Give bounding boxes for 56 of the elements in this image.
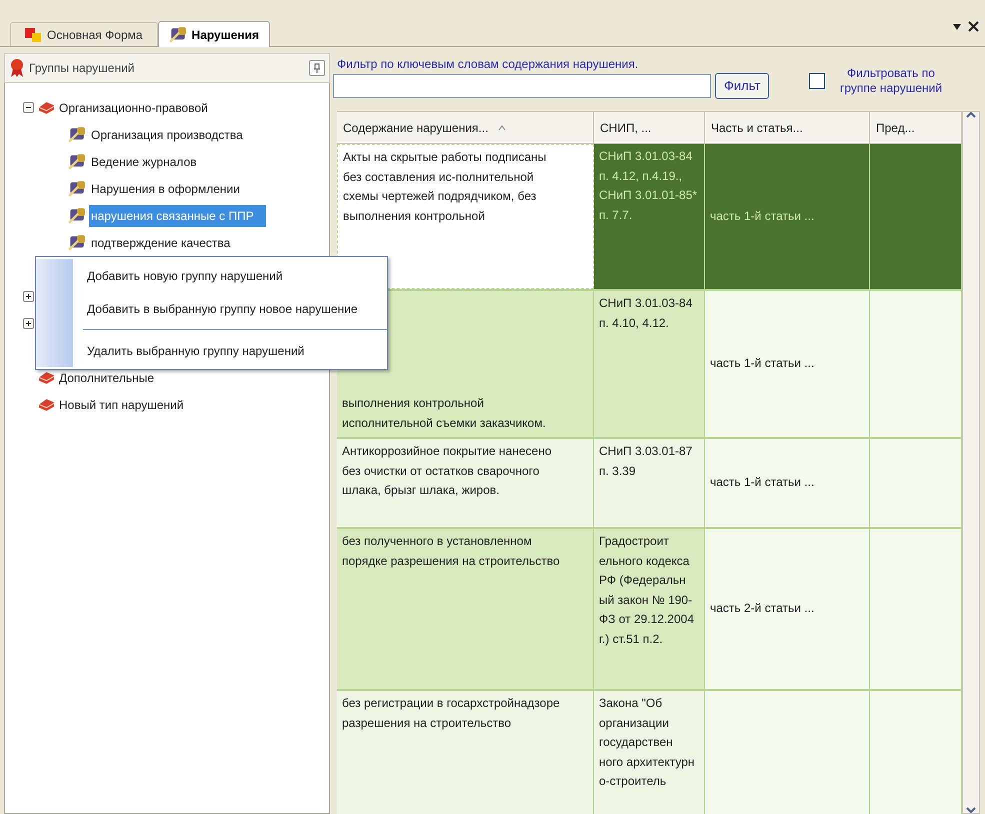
scrollbar[interactable] <box>962 111 980 814</box>
table-cell: без регистрации в госархстройнадзоре разрешения на строительство <box>337 691 594 814</box>
table-cell: Закона "Об организации государствен ного архитектурн о-строитель <box>594 691 705 814</box>
puzzle-icon <box>68 180 85 196</box>
table-cell: СНиП 3.03.01-87 п. 3.39 <box>594 439 705 527</box>
checkbox-label: Фильтровать по группе нарушений <box>838 66 944 96</box>
puzzle-icon <box>68 234 85 250</box>
filter-button[interactable]: Фильт <box>715 73 770 99</box>
table-cell: СНиП 3.01.03-84 п. 4.10, 4.12. <box>594 291 705 437</box>
book-icon <box>39 372 54 384</box>
tree-item[interactable]: Ведение журналов <box>89 152 199 170</box>
scroll-down-icon <box>966 807 976 813</box>
column-header[interactable]: Часть и статья... <box>705 111 870 144</box>
filter-input[interactable] <box>333 74 711 98</box>
table-cell: часть 1-й статьи ... <box>705 144 870 289</box>
puzzle-icon <box>168 26 186 42</box>
close-icon <box>968 21 979 32</box>
scroll-up-icon <box>966 112 976 118</box>
tree-item[interactable]: Новый тип нарушений <box>59 396 184 414</box>
table-cell: часть 2-й статьи ... <box>705 529 870 689</box>
pin-icon <box>313 63 321 73</box>
filter-label: Фильтр по ключевым словам содержания нарушения. <box>336 56 638 73</box>
table-cell: СНиП 3.01.03-84 п. 4.12, п.4.19., СНиП 3.01.01-85* п. 7.7. <box>594 144 705 289</box>
minus-icon <box>25 104 32 111</box>
tab[interactable]: Основная Форма <box>10 22 158 46</box>
plus-icon <box>25 293 32 300</box>
tree-item[interactable]: Нарушения в оформлении <box>89 180 242 198</box>
table-cell: часть 1-й статьи ... <box>705 291 870 437</box>
expand-toggle[interactable] <box>23 318 34 329</box>
tree-item[interactable]: Дополнительные <box>59 368 154 386</box>
tree-item[interactable]: подтверждение качества <box>89 234 232 252</box>
panel-title: Группы нарушений <box>29 60 136 77</box>
expand-toggle[interactable] <box>23 291 34 302</box>
table-cell: часть 1-й статьи ... <box>705 439 870 527</box>
puzzle-icon <box>68 126 85 142</box>
puzzle-icon <box>68 154 85 170</box>
table-cell: без полученного в установленном порядке разрешения на строительство <box>337 529 594 689</box>
book-icon <box>39 102 54 114</box>
dropdown-icon <box>952 22 962 30</box>
ribbon-icon <box>9 58 25 78</box>
column-header[interactable]: СНИП, ... <box>594 111 705 144</box>
tree-item[interactable]: Организационно-правовой <box>59 98 208 116</box>
column-header[interactable]: Содержание нарушения... <box>337 111 594 144</box>
table-cell: Антикоррозийное покрытие нанесено без очистки от остатков сварочного шлака, брызг шлака, жиров. <box>337 439 594 527</box>
column-header[interactable]: Пред... <box>870 111 962 144</box>
tree-item[interactable]: Организация производства <box>89 126 245 144</box>
plus-icon <box>25 320 32 327</box>
puzzle-icon <box>68 208 85 224</box>
checkbox[interactable] <box>809 73 825 89</box>
tab[interactable]: Нарушения <box>158 21 270 47</box>
table-cell: Акты на скрытые работы подписаны без составления ис-полнительной схемы чертежей подрядчиком, без выполнения контрольной <box>337 144 594 289</box>
table-cell: Градостроит ельного кодекса РФ (Федеральн ый закон № 190-ФЗ от 29.12.2004 г.) ст.51 п.2. <box>594 529 705 689</box>
form-icon <box>25 28 41 42</box>
book-icon <box>39 398 54 410</box>
pin-button[interactable] <box>309 60 325 76</box>
collapse-toggle[interactable] <box>23 102 34 113</box>
